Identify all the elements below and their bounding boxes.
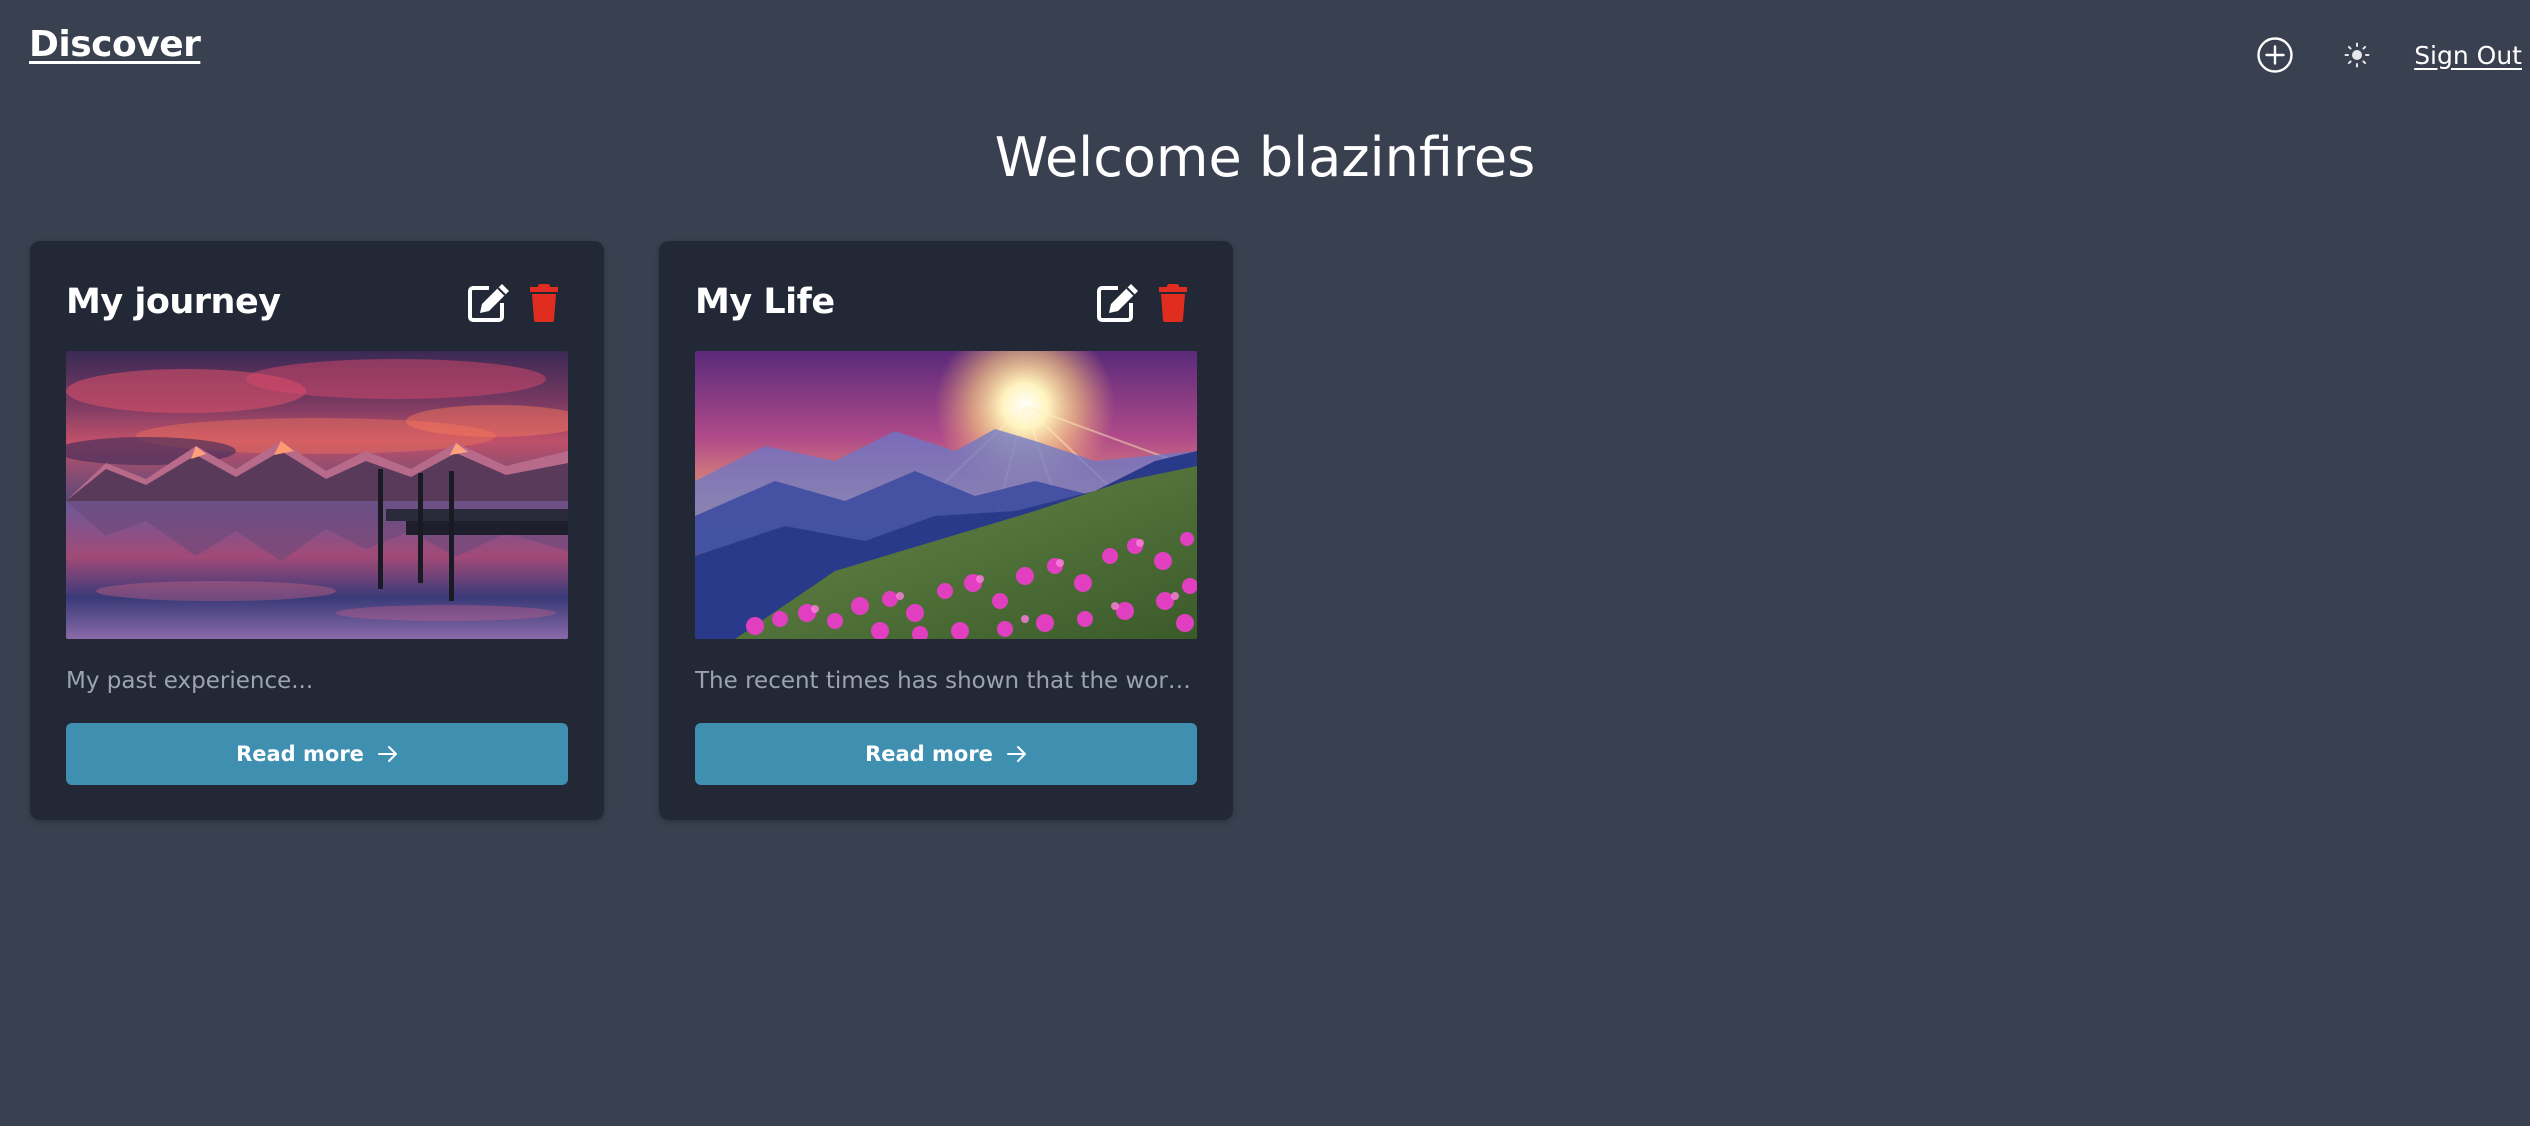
card-title: My journey	[66, 282, 281, 322]
edit-icon	[1097, 284, 1138, 322]
read-more-label: Read more	[236, 742, 364, 766]
card-image	[66, 351, 568, 639]
delete-post-button[interactable]	[1149, 278, 1197, 326]
card-actions	[466, 278, 568, 326]
card-description: My past experience...	[66, 668, 314, 694]
post-list: My journey My past experience... Read mo…	[30, 241, 1233, 820]
trash-icon	[1159, 284, 1187, 322]
card-header: My journey	[66, 277, 568, 327]
card-image	[695, 351, 1197, 639]
sun-icon	[2344, 42, 2370, 68]
edit-post-button[interactable]	[466, 278, 514, 326]
card-title: My Life	[695, 282, 835, 322]
trash-icon	[530, 284, 558, 322]
brand-link[interactable]: Discover	[29, 24, 201, 65]
card-actions	[1095, 278, 1197, 326]
mountain-lake-image	[66, 351, 568, 639]
arrow-right-icon	[377, 746, 397, 762]
arrow-right-icon	[1006, 746, 1026, 762]
read-more-button[interactable]: Read more	[66, 723, 568, 785]
read-more-button[interactable]: Read more	[695, 723, 1197, 785]
navbar-actions: Sign Out	[2250, 30, 2522, 80]
post-card: My journey My past experience... Read mo…	[30, 241, 604, 820]
sign-out-link[interactable]: Sign Out	[2414, 41, 2522, 70]
page: Discover Sign Out Welcome blazinfires My…	[0, 0, 2530, 1126]
post-card: My Life The recent times has shown that …	[659, 241, 1233, 820]
navbar: Discover Sign Out	[0, 0, 2530, 110]
theme-toggle-button[interactable]	[2332, 30, 2382, 80]
plus-circle-icon	[2257, 37, 2293, 73]
edit-icon	[468, 284, 509, 322]
add-post-button[interactable]	[2250, 30, 2300, 80]
delete-post-button[interactable]	[520, 278, 568, 326]
card-description: The recent times has shown that the worl…	[695, 668, 1197, 694]
read-more-label: Read more	[865, 742, 993, 766]
welcome-heading: Welcome blazinfires	[994, 126, 1536, 189]
edit-post-button[interactable]	[1095, 278, 1143, 326]
sunrise-flowers-image	[695, 351, 1197, 639]
card-header: My Life	[695, 277, 1197, 327]
